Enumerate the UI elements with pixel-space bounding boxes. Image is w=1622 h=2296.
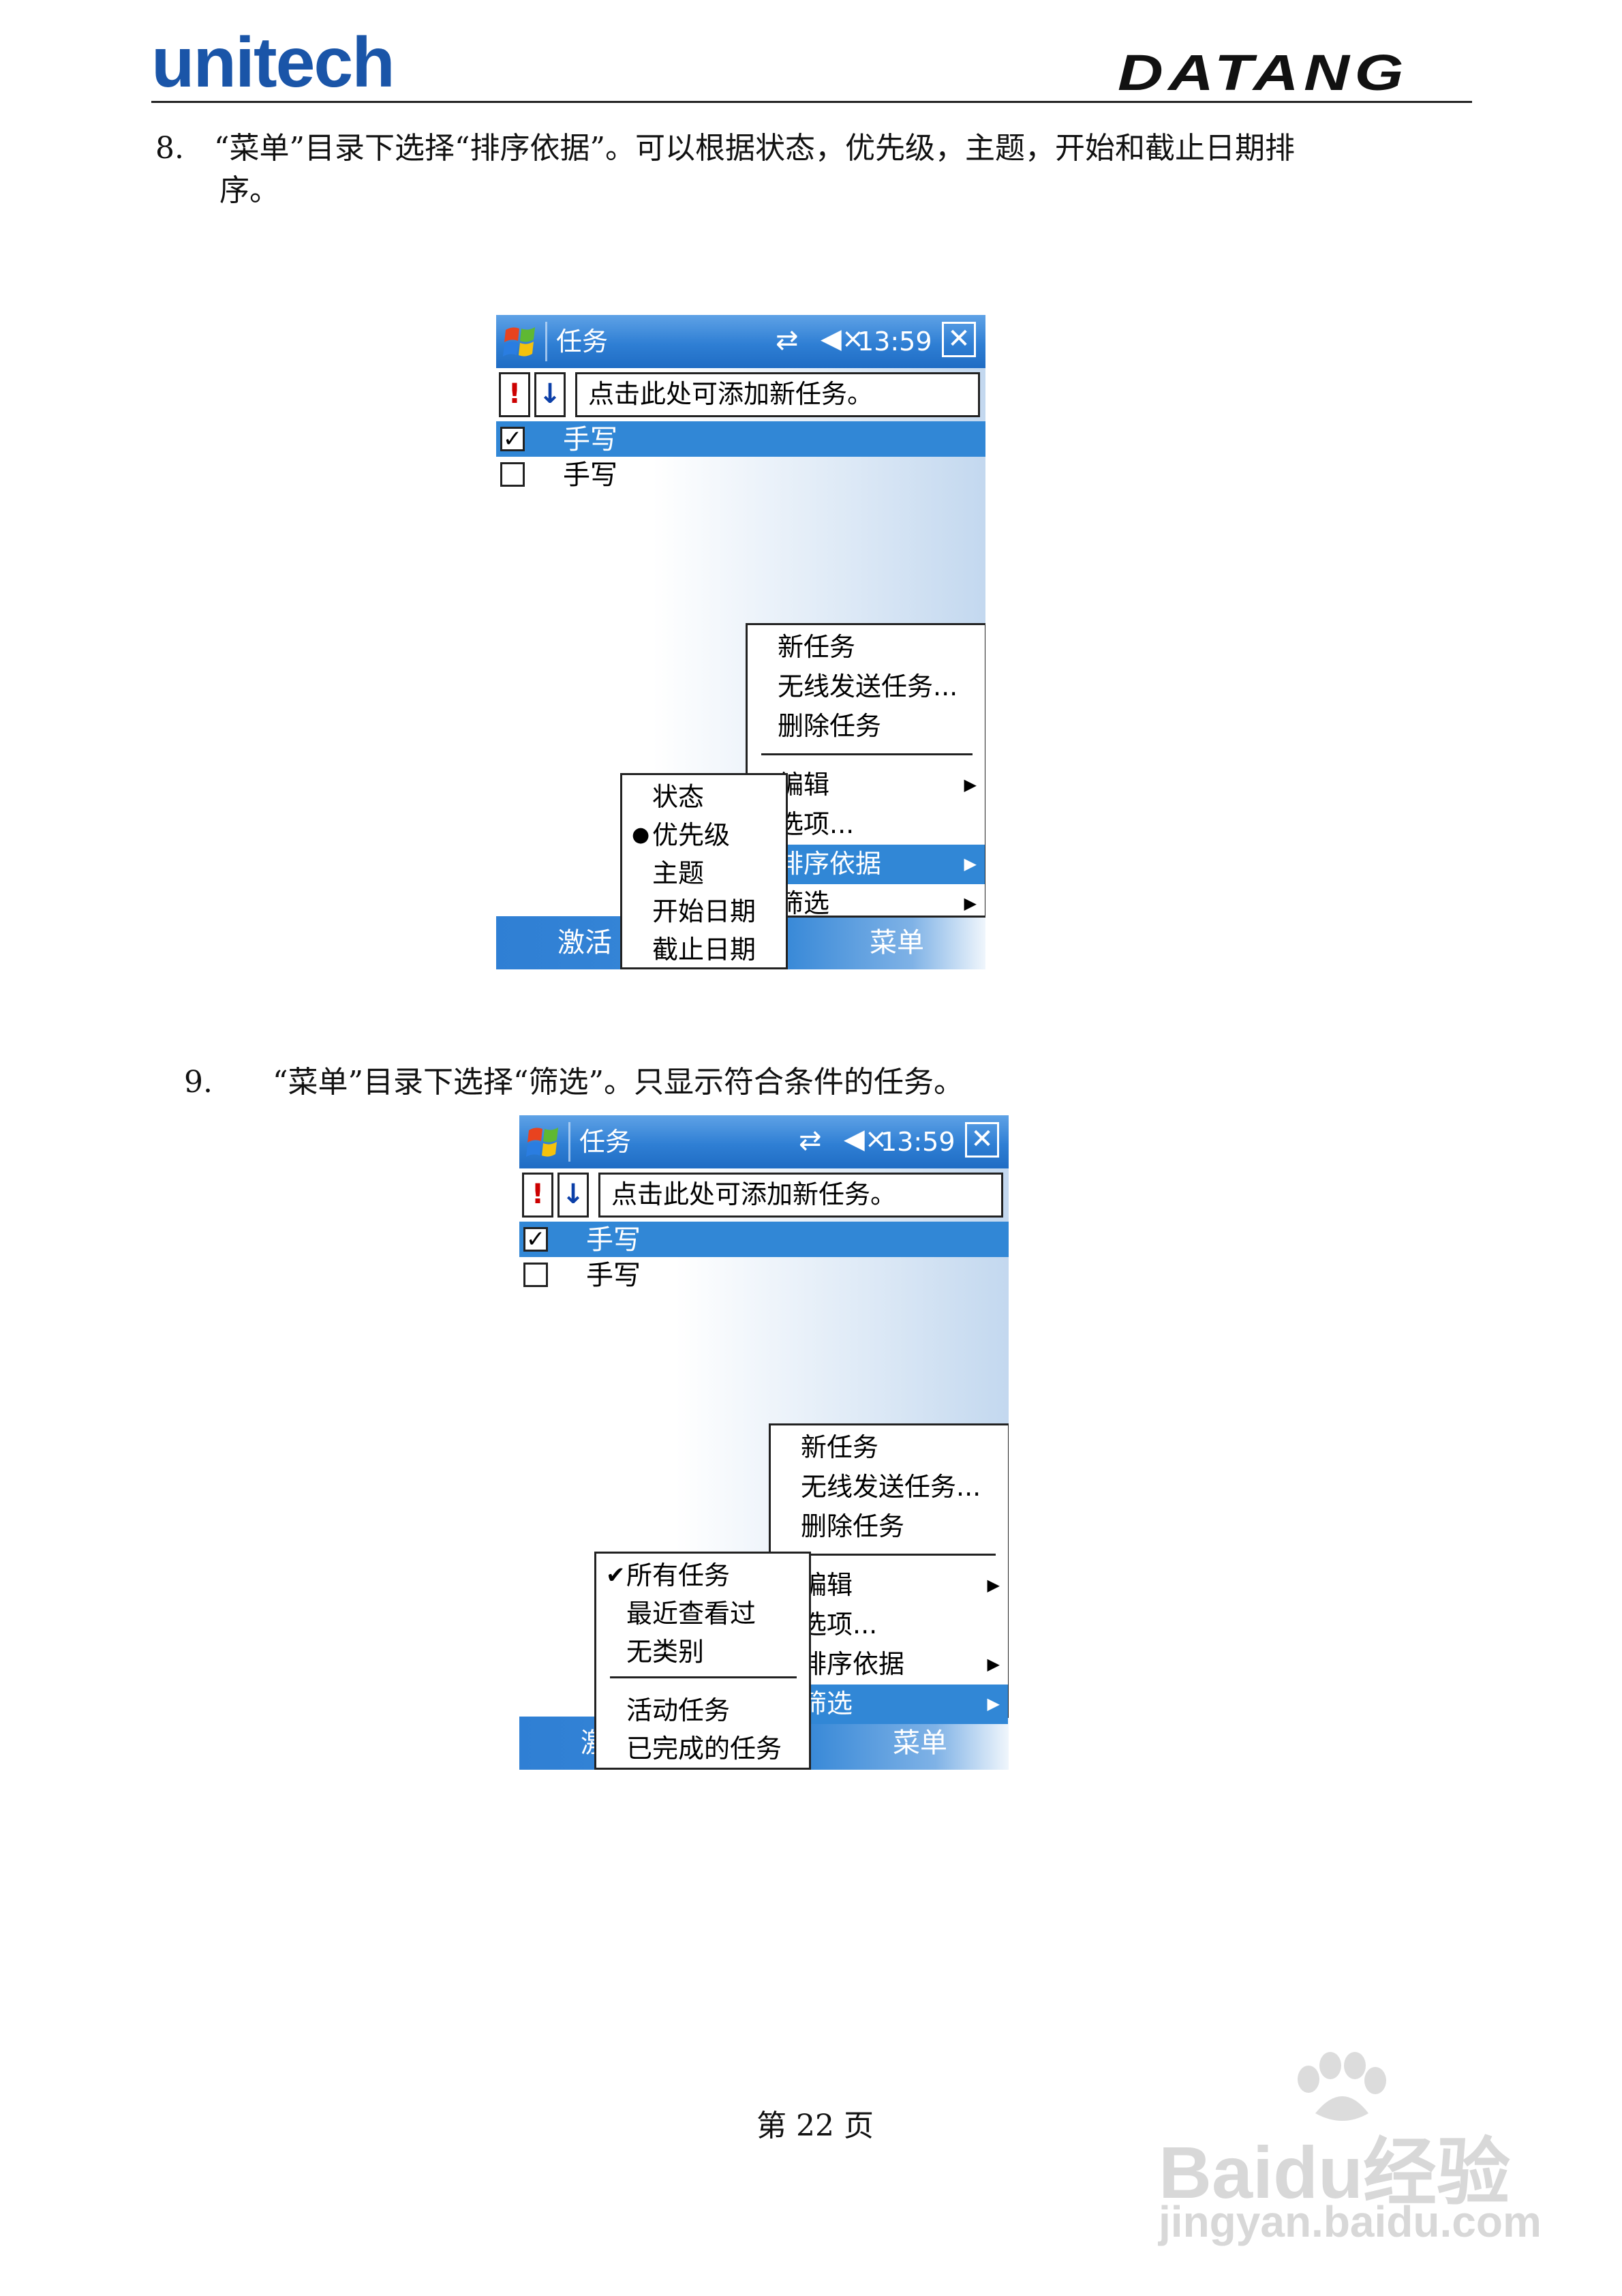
menu-item-beam-task[interactable]: 无线发送任务...	[771, 1468, 1008, 1507]
filter-option-no-category[interactable]: 无类别	[596, 1633, 809, 1672]
sort-order-button[interactable]: ↓	[534, 372, 566, 417]
device-screen-filter: 任务 ⇄ ◀× 13:59 ✕ ! ↓ 点击此处可添加新任务。 ✓ 手写 手写 …	[519, 1115, 1009, 1770]
menu-item-new-task[interactable]: 新任务	[748, 628, 985, 667]
submenu-arrow-icon: ▶	[964, 775, 977, 794]
windows-start-icon[interactable]	[503, 323, 537, 360]
sort-order-button[interactable]: ↓	[557, 1173, 589, 1218]
priority-button[interactable]: !	[522, 1173, 553, 1218]
new-task-entry[interactable]: 点击此处可添加新任务。	[598, 1173, 1003, 1218]
menu-separator	[761, 753, 973, 755]
submenu-arrow-icon: ▶	[964, 854, 977, 873]
task-row[interactable]: ✓ 手写	[496, 421, 985, 457]
task-label: 手写	[563, 424, 617, 455]
task-row[interactable]: 手写	[496, 457, 985, 492]
task-label: 手写	[563, 459, 617, 491]
sort-option-start-date[interactable]: 开始日期	[622, 892, 786, 932]
step-8-text-cont: 序。	[219, 173, 279, 208]
task-toolbar: ! ↓ 点击此处可添加新任务。	[499, 372, 980, 419]
menu-item-delete-task[interactable]: 删除任务	[748, 707, 985, 746]
sort-option-due-date[interactable]: 截止日期	[622, 931, 786, 969]
connectivity-icon[interactable]: ⇄	[799, 1125, 822, 1156]
clock[interactable]: 13:59	[881, 1126, 955, 1158]
app-title: 任务	[579, 1127, 632, 1157]
windows-start-icon[interactable]	[526, 1123, 560, 1160]
sort-option-status[interactable]: 状态	[622, 778, 786, 817]
title-separator	[545, 322, 547, 361]
task-checkbox[interactable]	[523, 1263, 548, 1287]
clock[interactable]: 13:59	[857, 326, 932, 357]
page-number: 第 22 页	[756, 2109, 874, 2143]
checkmark-icon: ✔	[606, 1562, 626, 1589]
connectivity-icon[interactable]: ⇄	[776, 324, 799, 356]
unitech-logo: unitech	[151, 23, 395, 102]
device-screen-sort: 任务 ⇄ ◀× 13:59 ✕ ! ↓ 点击此处可添加新任务。 ✓ 手写 手写 …	[496, 315, 985, 969]
filter-option-active-tasks[interactable]: 活动任务	[596, 1691, 809, 1731]
task-checkbox-checked[interactable]: ✓	[523, 1227, 548, 1252]
activate-softkey[interactable]: 激活	[557, 926, 612, 960]
menu-separator	[784, 1554, 996, 1556]
task-row[interactable]: ✓ 手写	[519, 1222, 1009, 1257]
menu-item-delete-task[interactable]: 删除任务	[771, 1507, 1008, 1547]
menu-separator	[610, 1676, 797, 1678]
submenu-arrow-icon: ▶	[987, 1655, 1000, 1674]
close-button[interactable]: ✕	[942, 322, 976, 357]
new-task-entry[interactable]: 点击此处可添加新任务。	[575, 372, 980, 417]
menu-softkey[interactable]: 菜单	[870, 926, 924, 960]
filter-option-completed-tasks[interactable]: 已完成的任务	[596, 1729, 809, 1769]
sort-option-subject[interactable]: 主题	[622, 854, 786, 894]
filter-submenu: ✔ 所有任务 最近查看过 无类别 活动任务 已完成的任务	[594, 1552, 811, 1770]
task-label: 手写	[586, 1260, 641, 1291]
filter-option-all-tasks[interactable]: ✔ 所有任务	[596, 1556, 809, 1596]
step-9-text: 9. “菜单”目录下选择“筛选”。只显示符合条件的任务。	[184, 1065, 964, 1100]
submenu-arrow-icon: ▶	[964, 894, 977, 913]
task-toolbar: ! ↓ 点击此处可添加新任务。	[522, 1173, 1003, 1219]
priority-button[interactable]: !	[499, 372, 530, 417]
step-8-text: 8. “菜单”目录下选择“排序依据”。可以根据状态，优先级，主题，开始和截止日期…	[155, 131, 1295, 166]
header-rule	[151, 101, 1472, 103]
task-label: 手写	[586, 1224, 641, 1256]
app-title: 任务	[556, 327, 609, 357]
menu-item-new-task[interactable]: 新任务	[771, 1428, 1008, 1468]
title-bar: 任务 ⇄ ◀× 13:59 ✕	[496, 315, 985, 368]
watermark-url: jingyan.baidu.com	[1159, 2197, 1542, 2246]
submenu-arrow-icon: ▶	[987, 1694, 1000, 1713]
datang-logo: DATANG	[1118, 44, 1409, 101]
task-checkbox-checked[interactable]: ✓	[500, 427, 525, 451]
filter-option-recently-viewed[interactable]: 最近查看过	[596, 1595, 809, 1634]
menu-item-beam-task[interactable]: 无线发送任务...	[748, 667, 985, 707]
close-button[interactable]: ✕	[965, 1122, 999, 1158]
submenu-arrow-icon: ▶	[987, 1575, 1000, 1595]
task-checkbox[interactable]	[500, 462, 525, 487]
sort-submenu: 状态 ● 优先级 主题 开始日期 截止日期	[620, 773, 788, 969]
menu-softkey[interactable]: 菜单	[893, 1726, 947, 1760]
radio-bullet-icon: ●	[632, 823, 650, 847]
title-separator	[568, 1122, 570, 1162]
title-bar: 任务 ⇄ ◀× 13:59 ✕	[519, 1115, 1009, 1168]
sort-option-priority[interactable]: ● 优先级	[622, 816, 786, 856]
task-row[interactable]: 手写	[519, 1257, 1009, 1293]
